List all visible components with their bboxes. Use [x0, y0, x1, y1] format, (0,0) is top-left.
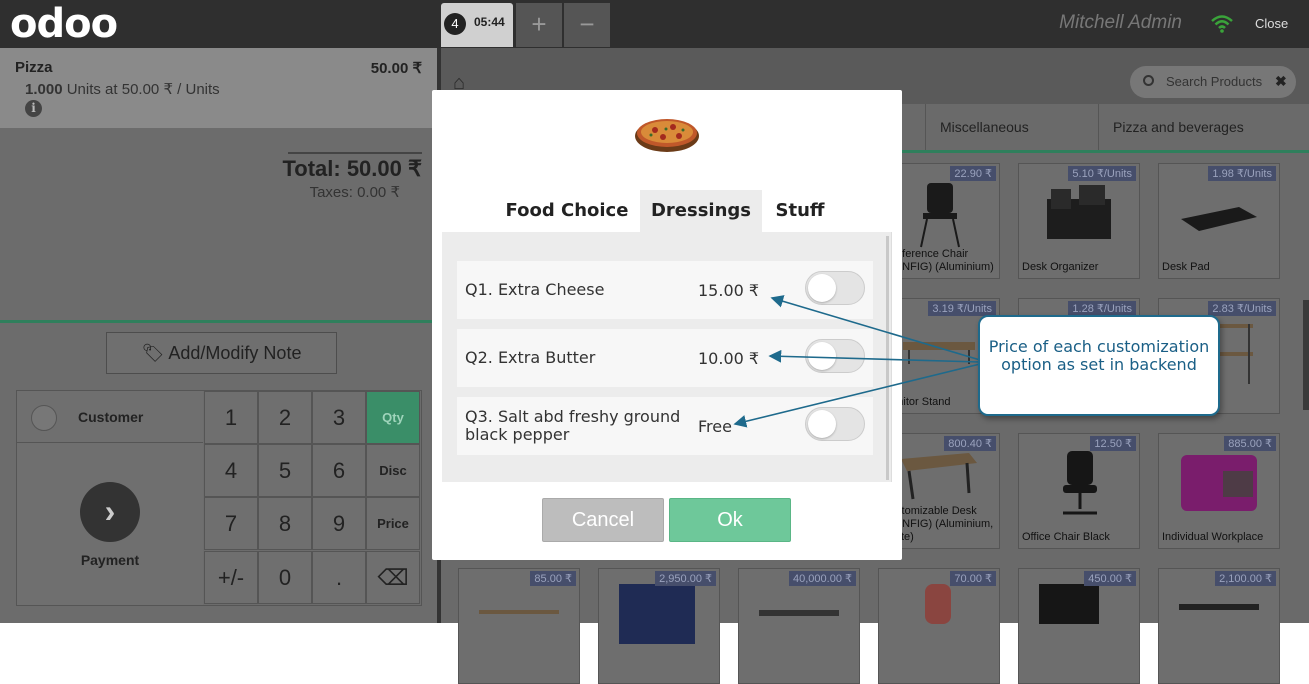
orderline-unit-info: Units at 50.00 ₹ / Units: [66, 81, 220, 98]
numpad-key-plusminus[interactable]: +/-: [204, 551, 258, 604]
numpad-key-7[interactable]: 7: [204, 497, 258, 550]
numpad-key-dot[interactable]: .: [312, 551, 366, 604]
product-card[interactable]: 450.00 ₹: [1018, 568, 1140, 684]
tab-food-choice[interactable]: Food Choice: [500, 190, 634, 232]
scrollbar[interactable]: [1303, 300, 1309, 410]
chevron-right-icon: ›: [80, 482, 140, 542]
numpad-key-8[interactable]: 8: [258, 497, 312, 550]
product-card[interactable]: 1.98 ₹/Units Desk Pad: [1158, 163, 1280, 279]
product-card[interactable]: 885.00 ₹ Individual Workplace: [1158, 433, 1280, 549]
option-price: 10.00 ₹: [698, 349, 760, 368]
product-price-tag: 85.00 ₹: [530, 571, 576, 586]
product-price-tag: 1.98 ₹/Units: [1208, 166, 1276, 181]
orderline-price: 50.00 ₹: [370, 60, 422, 77]
product-name: Desk Pad: [1162, 261, 1210, 273]
order-taxes: Taxes: 0.00 ₹: [309, 184, 400, 201]
product-card[interactable]: 12.50 ₹ Office Chair Black: [1018, 433, 1140, 549]
tab-panel-scrollbar[interactable]: [886, 236, 889, 480]
tab-stuff[interactable]: Stuff: [768, 190, 832, 232]
option-label: Q1. Extra Cheese: [465, 280, 605, 299]
cancel-button[interactable]: Cancel: [542, 498, 664, 542]
product-price-tag: 3.19 ₹/Units: [928, 301, 996, 316]
product-price-tag: 5.10 ₹/Units: [1068, 166, 1136, 181]
numpad-key-3[interactable]: 3: [312, 391, 366, 444]
tab-dressings[interactable]: Dressings: [640, 190, 762, 232]
numpad-key-4[interactable]: 4: [204, 444, 258, 497]
total-separator: [288, 152, 422, 154]
option-toggle[interactable]: [805, 271, 865, 305]
product-price-tag: 12.50 ₹: [1090, 436, 1136, 451]
note-button-label: Add/Modify Note: [168, 343, 302, 363]
product-price-tag: 2,950.00 ₹: [655, 571, 716, 586]
numpad-key-6[interactable]: 6: [312, 444, 366, 497]
product-card[interactable]: 5.10 ₹/Units Desk Organizer: [1018, 163, 1140, 279]
numpad-key-9[interactable]: 9: [312, 497, 366, 550]
odoo-logo: odoo: [10, 1, 118, 47]
wifi-icon: [1211, 15, 1233, 33]
customer-label: Customer: [78, 409, 144, 425]
search-input[interactable]: Search Products: [1130, 66, 1296, 98]
product-price-tag: 2.83 ₹/Units: [1208, 301, 1276, 316]
numpad-key-2[interactable]: 2: [258, 391, 312, 444]
orderline-qty: 1.000: [25, 81, 63, 98]
product-price-tag: 1.28 ₹/Units: [1068, 301, 1136, 316]
mode-disc-button[interactable]: Disc: [366, 444, 420, 497]
info-icon[interactable]: i: [25, 100, 42, 117]
add-order-button[interactable]: +: [516, 3, 562, 47]
mode-qty-button[interactable]: Qty: [366, 391, 420, 444]
pizza-image: [635, 119, 699, 152]
numpad-key-5[interactable]: 5: [258, 444, 312, 497]
product-price-tag: 885.00 ₹: [1224, 436, 1276, 451]
order-number-badge: 4: [444, 13, 466, 35]
annotation-callout: Price of each customization option as se…: [978, 315, 1220, 416]
add-note-button[interactable]: 🏷 Add/Modify Note: [106, 332, 337, 374]
option-label: Q3. Salt abd freshy ground black pepper: [465, 407, 681, 444]
order-total: Total: 50.00 ₹: [282, 156, 422, 181]
product-card[interactable]: 40,000.00 ₹: [738, 568, 860, 684]
product-name: Desk Organizer: [1022, 261, 1099, 273]
search-icon: [1143, 75, 1154, 86]
backspace-icon[interactable]: ⌫: [366, 551, 420, 604]
option-price: Free: [698, 417, 732, 436]
category-pizza-beverages[interactable]: Pizza and beverages: [1098, 104, 1309, 150]
payment-label: Payment: [80, 552, 140, 568]
product-card[interactable]: 2,950.00 ₹: [598, 568, 720, 684]
orderline-units: 1.000 Units at 50.00 ₹ / Units: [25, 80, 220, 98]
option-toggle[interactable]: [805, 339, 865, 373]
product-price-tag: 70.00 ₹: [950, 571, 996, 586]
category-miscellaneous[interactable]: Miscellaneous: [925, 104, 1097, 150]
product-price-tag: 22.90 ₹: [950, 166, 996, 181]
tag-icon: 🏷: [141, 343, 165, 363]
numpad-key-1[interactable]: 1: [204, 391, 258, 444]
option-price: 15.00 ₹: [698, 281, 760, 300]
pane-separator: [0, 320, 437, 323]
close-button[interactable]: Close: [1255, 16, 1288, 31]
order-time: 05:44: [474, 15, 505, 29]
user-icon: [31, 405, 57, 431]
ok-button[interactable]: Ok: [669, 498, 791, 542]
numpad-key-0[interactable]: 0: [258, 551, 312, 604]
product-card[interactable]: 70.00 ₹: [878, 568, 1000, 684]
mode-price-button[interactable]: Price: [366, 497, 420, 550]
remove-order-button[interactable]: −: [564, 3, 610, 47]
product-card[interactable]: 85.00 ₹: [458, 568, 580, 684]
orderline-product: Pizza: [15, 59, 53, 76]
option-label: Q2. Extra Butter: [465, 348, 596, 367]
product-price-tag: 2,100.00 ₹: [1215, 571, 1276, 586]
product-card[interactable]: 2,100.00 ₹: [1158, 568, 1280, 684]
product-price-tag: 450.00 ₹: [1084, 571, 1136, 586]
option-toggle[interactable]: [805, 407, 865, 441]
product-name: Individual Workplace: [1162, 531, 1264, 543]
product-name: Office Chair Black: [1022, 531, 1110, 543]
cashier-name[interactable]: Mitchell Admin: [1046, 12, 1182, 34]
clear-search-icon[interactable]: ✖: [1275, 73, 1287, 90]
product-price-tag: 40,000.00 ₹: [789, 571, 856, 586]
product-price-tag: 800.40 ₹: [944, 436, 996, 451]
